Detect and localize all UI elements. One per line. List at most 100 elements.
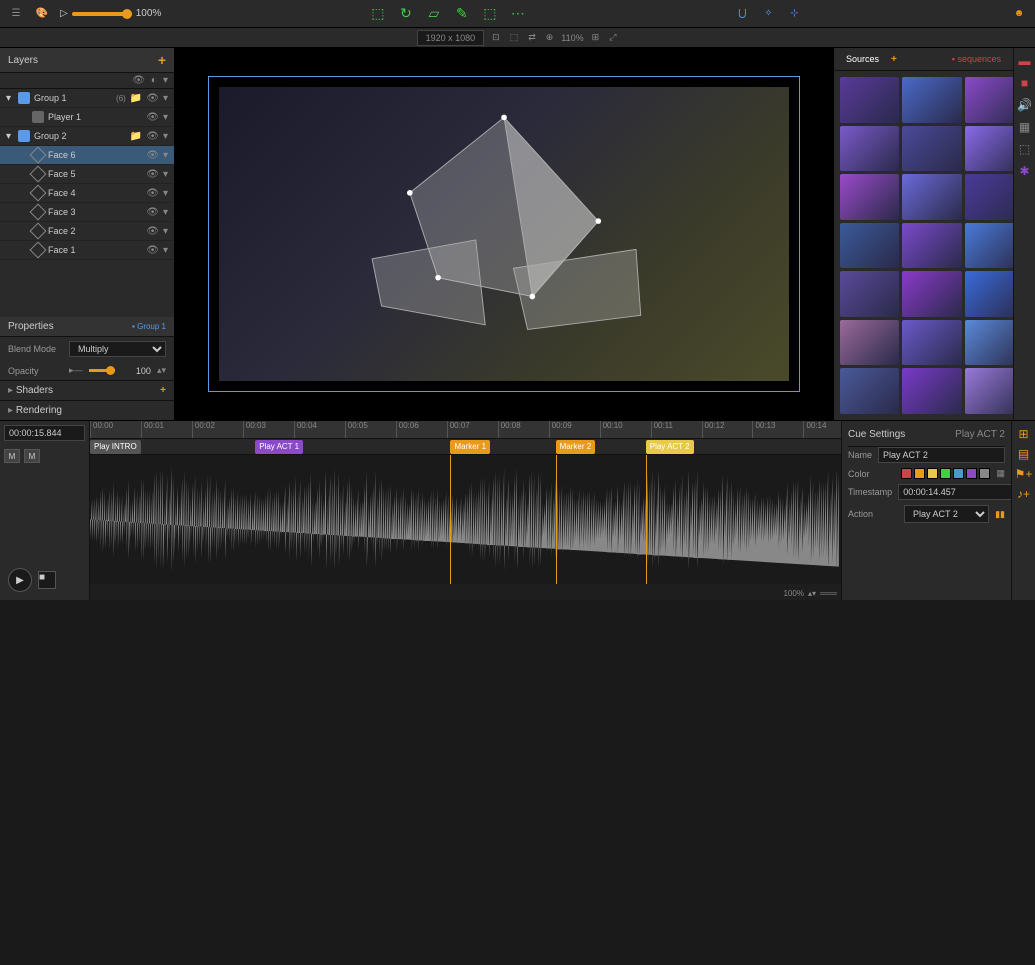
- waveform-area[interactable]: [90, 455, 841, 584]
- source-thumbnail[interactable]: [965, 320, 1014, 366]
- profile-icon[interactable]: ☻: [1011, 6, 1027, 22]
- audio-icon[interactable]: 🔊: [1017, 98, 1032, 112]
- layer-item[interactable]: Player 1👁▾: [0, 108, 174, 127]
- layer-item[interactable]: Face 6👁▾: [0, 146, 174, 165]
- opacity-stepper[interactable]: ▴▾: [157, 365, 166, 376]
- timeline-zoom[interactable]: 100% ▴▾ ═══: [783, 589, 837, 598]
- source-thumbnail[interactable]: [902, 174, 961, 220]
- rendering-section[interactable]: ▸ Rendering: [0, 400, 174, 420]
- target-icon[interactable]: ⊕: [544, 32, 556, 43]
- layer-menu-icon[interactable]: ▾: [163, 112, 168, 123]
- add-source-button[interactable]: +: [891, 54, 897, 65]
- menu-icon[interactable]: ☰: [8, 6, 24, 22]
- lock-icon[interactable]: ⬚: [508, 32, 521, 43]
- action-stats-icon[interactable]: ▮▮: [995, 509, 1005, 520]
- layer-menu-icon[interactable]: ▾: [163, 131, 168, 142]
- layer-item[interactable]: Face 1👁▾: [0, 241, 174, 260]
- color-swatch[interactable]: [940, 468, 951, 479]
- play-button[interactable]: ▶: [8, 568, 32, 592]
- visibility-icon[interactable]: 👁: [146, 150, 159, 161]
- timeline-tracks[interactable]: 00:0000:0100:0200:0300:0400:0500:0600:07…: [90, 421, 841, 600]
- visibility-icon[interactable]: 👁: [146, 131, 159, 142]
- add-marker-icon[interactable]: ⚑+: [1015, 467, 1033, 481]
- record-icon[interactable]: ▬: [1019, 54, 1031, 68]
- skew-icon[interactable]: ▱: [426, 6, 442, 22]
- cue-marker[interactable]: Play ACT 2: [646, 440, 694, 454]
- source-thumbnail[interactable]: [902, 126, 961, 172]
- source-thumbnail[interactable]: [965, 77, 1014, 123]
- layer-menu-icon[interactable]: ▾: [163, 245, 168, 256]
- sequences-tab[interactable]: ▪ sequences: [948, 52, 1005, 66]
- crop-icon[interactable]: ⬚: [370, 6, 386, 22]
- sources-tab[interactable]: Sources: [842, 52, 883, 66]
- stop-button[interactable]: ■: [38, 571, 56, 589]
- color-swatch[interactable]: [901, 468, 912, 479]
- solo-button[interactable]: M: [24, 449, 40, 463]
- marker-line-3[interactable]: [646, 455, 647, 584]
- fit-icon[interactable]: ⊡: [490, 32, 502, 43]
- align-icon[interactable]: ✧: [760, 6, 776, 22]
- marker-line-2[interactable]: [556, 455, 557, 584]
- visibility-icon[interactable]: 👁: [146, 93, 159, 104]
- distribute-icon[interactable]: ⊹: [786, 6, 802, 22]
- layer-menu-icon[interactable]: ▾: [163, 169, 168, 180]
- blend-mode-select[interactable]: Multiply: [69, 341, 166, 357]
- color-more-icon[interactable]: ▦: [996, 468, 1005, 479]
- color-swatch[interactable]: [979, 468, 990, 479]
- layer-menu-icon[interactable]: ▾: [163, 226, 168, 237]
- color-swatch[interactable]: [953, 468, 964, 479]
- color-swatch[interactable]: [966, 468, 977, 479]
- list-view-icon[interactable]: ▤: [1018, 447, 1029, 461]
- color-swatch[interactable]: [927, 468, 938, 479]
- cue-action-select[interactable]: Play ACT 2: [904, 505, 989, 523]
- star-icon[interactable]: ✱: [1019, 164, 1029, 178]
- layer-lock-icon[interactable]: ▾: [163, 75, 168, 86]
- zoom-slider[interactable]: [72, 12, 132, 16]
- palette-icon[interactable]: 🎨: [34, 6, 50, 22]
- layer-solo-icon[interactable]: ◐: [151, 75, 157, 86]
- source-thumbnail[interactable]: [965, 126, 1014, 172]
- source-thumbnail[interactable]: [840, 126, 899, 172]
- opacity-toggle-icon[interactable]: ▸—: [69, 365, 83, 376]
- mute-button[interactable]: M: [4, 449, 20, 463]
- source-thumbnail[interactable]: [965, 271, 1014, 317]
- visibility-icon[interactable]: 👁: [146, 112, 159, 123]
- cue-marker[interactable]: Marker 2: [556, 440, 596, 454]
- layer-visibility-icon[interactable]: 👁: [132, 75, 145, 86]
- source-thumbnail[interactable]: [840, 174, 899, 220]
- add-cue-icon[interactable]: ♪+: [1017, 487, 1030, 501]
- pen-icon[interactable]: ✎: [454, 6, 470, 22]
- source-thumbnail[interactable]: [840, 223, 899, 269]
- layer-item[interactable]: Face 5👁▾: [0, 165, 174, 184]
- source-thumbnail[interactable]: [902, 368, 961, 414]
- more-icon[interactable]: ⋯: [510, 6, 526, 22]
- layer-menu-icon[interactable]: ▾: [163, 150, 168, 161]
- bounds-icon[interactable]: ⬚: [482, 6, 498, 22]
- source-thumbnail[interactable]: [965, 368, 1014, 414]
- layer-item[interactable]: Face 4👁▾: [0, 184, 174, 203]
- layer-menu-icon[interactable]: ▾: [163, 207, 168, 218]
- source-thumbnail[interactable]: [840, 368, 899, 414]
- grid-view-icon[interactable]: ⊞: [1018, 427, 1028, 441]
- layer-menu-icon[interactable]: ▾: [163, 188, 168, 199]
- layer-item[interactable]: Face 3👁▾: [0, 203, 174, 222]
- canvas-area[interactable]: [175, 48, 833, 420]
- visibility-icon[interactable]: 👁: [146, 245, 159, 256]
- cue-marker[interactable]: Play ACT 1: [255, 440, 303, 454]
- visibility-icon[interactable]: 👁: [146, 188, 159, 199]
- cue-row[interactable]: Play INTROPlay ACT 1Marker 1Marker 2Play…: [90, 439, 841, 455]
- stop-rec-icon[interactable]: ■: [1021, 76, 1028, 90]
- layer-menu-icon[interactable]: ▾: [163, 93, 168, 104]
- zoom-control[interactable]: ▷ 100%: [60, 8, 161, 19]
- link-icon[interactable]: ⇄: [526, 32, 538, 43]
- layer-item[interactable]: Face 2👁▾: [0, 222, 174, 241]
- folder-icon[interactable]: 📁: [130, 93, 142, 104]
- cue-marker[interactable]: Marker 1: [450, 440, 490, 454]
- visibility-icon[interactable]: 👁: [146, 226, 159, 237]
- cue-name-input[interactable]: [878, 447, 1005, 463]
- layer-item[interactable]: ▾Group 2📁👁▾: [0, 127, 174, 146]
- add-layer-button[interactable]: +: [158, 52, 166, 68]
- folder-icon[interactable]: 📁: [130, 131, 142, 142]
- grid-icon[interactable]: ⊞: [590, 32, 602, 43]
- opacity-slider[interactable]: [89, 369, 115, 372]
